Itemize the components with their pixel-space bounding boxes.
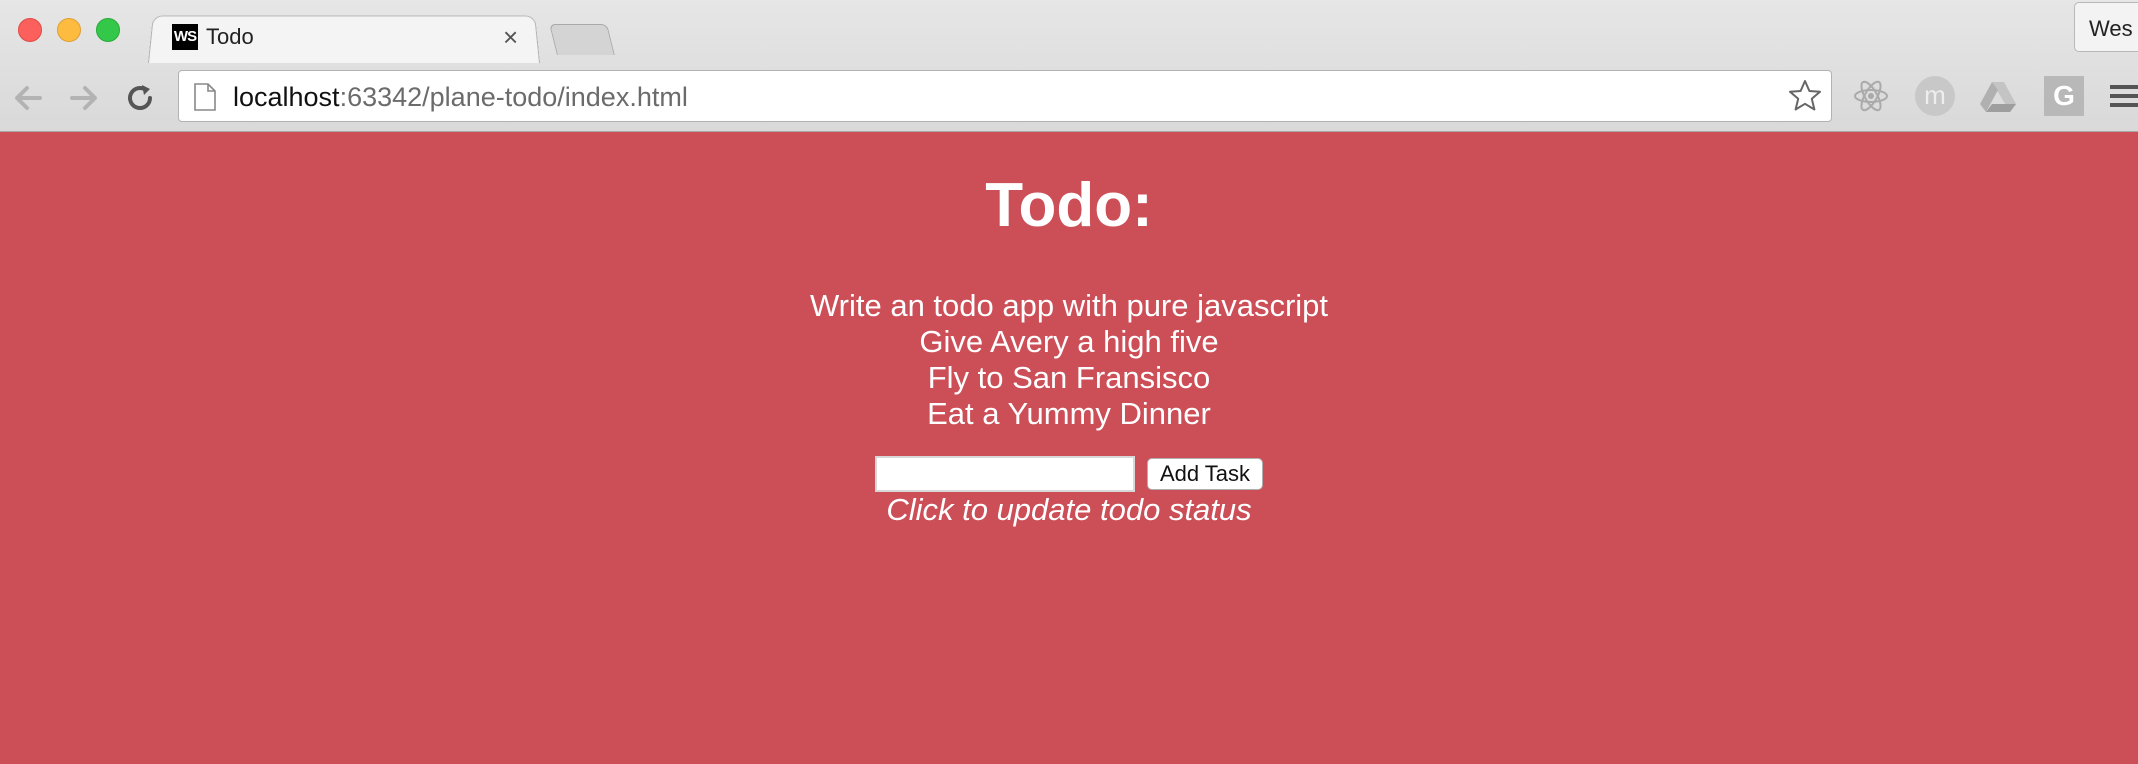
window-maximize-button[interactable] (96, 18, 120, 42)
page-title: Todo: (985, 171, 1153, 240)
webstorm-icon: WS (172, 24, 198, 50)
status-hint: Click to update todo status (886, 492, 1252, 527)
forward-arrow-icon[interactable] (66, 80, 102, 116)
reload-icon[interactable] (122, 80, 158, 116)
add-task-form: Add Task (0, 456, 2138, 492)
page-icon (194, 83, 216, 111)
tab-title: Todo (206, 24, 254, 49)
drive-icon[interactable] (1978, 76, 2018, 116)
profile-button[interactable]: Wes (2074, 2, 2138, 52)
g-icon[interactable]: G (2044, 76, 2084, 116)
window-close-button[interactable] (18, 18, 42, 42)
new-tab-button[interactable] (549, 24, 615, 55)
back-arrow-icon[interactable] (10, 80, 46, 116)
todo-item[interactable]: Write an todo app with pure javascript (0, 288, 2138, 324)
task-input[interactable] (874, 456, 1135, 492)
menu-icon[interactable] (2108, 76, 2138, 116)
url-path: :63342/plane-todo/index.html (339, 82, 688, 112)
url-host: localhost (233, 82, 340, 112)
m-icon[interactable]: m (1915, 76, 1955, 116)
window-minimize-button[interactable] (57, 18, 81, 42)
todo-list: Write an todo app with pure javascript G… (0, 288, 2138, 432)
todo-page: Todo: Write an todo app with pure javasc… (0, 132, 2138, 764)
todo-item[interactable]: Eat a Yummy Dinner (0, 396, 2138, 432)
url-text[interactable]: localhost:63342/plane-todo/index.html (233, 81, 688, 113)
todo-item[interactable]: Fly to San Fransisco (0, 360, 2138, 396)
tab-label[interactable]: WS Todo (172, 22, 254, 52)
react-icon[interactable] (1851, 76, 1891, 116)
todo-item[interactable]: Give Avery a high five (0, 324, 2138, 360)
bookmark-star-icon[interactable] (1787, 78, 1823, 114)
add-task-button[interactable]: Add Task (1146, 458, 1264, 490)
browser-toolbar: WS Todo × Wes localhost:63342/plane-todo… (0, 0, 2138, 132)
tab-close-icon[interactable]: × (503, 24, 518, 50)
address-bar[interactable]: localhost:63342/plane-todo/index.html (178, 70, 1832, 122)
